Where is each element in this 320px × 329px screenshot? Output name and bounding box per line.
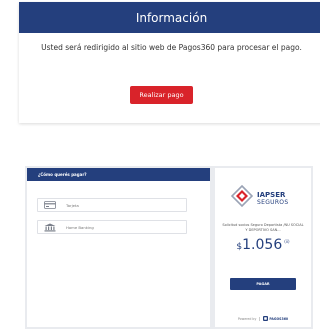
iapser-logo-icon [230,184,254,211]
method-option-home-banking[interactable]: Home Banking [37,220,187,234]
redirect-message: Usted será redirigido al sitio web de Pa… [41,43,302,52]
method-label-home-banking: Home Banking [66,224,94,230]
payment-methods-title: ¿Cómo querés pagar? [38,172,87,177]
merchant-brand-sub: SEGUROS [257,198,289,206]
realizar-pago-button[interactable]: Realizar pago [130,86,193,104]
merchant-logo: IAPSER SEGUROS [230,184,295,211]
powered-by-label: Powered by [237,316,257,321]
merchant-brand: IAPSER [257,190,286,199]
powered-by-footer: Powered by PAGOS360 [215,316,311,321]
amount-value: 1.056 [242,237,283,253]
info-modal: Información Usted será redirigido al sit… [19,2,320,123]
info-modal-header: Información [19,2,320,33]
info-modal-title: Información [135,10,208,25]
payment-methods-panel: ¿Cómo querés pagar? Tarjeta Home Banking [27,168,210,327]
bank-icon [44,223,56,231]
payment-amount: $1.056 (ii) [215,234,311,253]
method-label-tarjeta: Tarjeta [66,202,79,208]
pagos360-logo-icon [263,316,269,321]
payment-concept: Solicitud socios Seguro Deportista /NU S… [222,223,304,232]
pagos360-brand-text: PAGOS360 [269,316,289,321]
payment-widget: ¿Cómo querés pagar? Tarjeta Home Banking… [25,166,313,329]
credit-card-icon [44,201,56,209]
footer-divider [259,316,261,321]
amount-superscript: (ii) [284,238,290,244]
payment-methods-header: ¿Cómo querés pagar? [27,168,210,181]
method-option-tarjeta[interactable]: Tarjeta [37,198,187,212]
pagos360-brand: PAGOS360 [263,316,288,321]
pagar-button[interactable]: PAGAR [230,278,296,290]
payment-summary-panel: IAPSER SEGUROS Solicitud socios Seguro D… [215,168,311,327]
